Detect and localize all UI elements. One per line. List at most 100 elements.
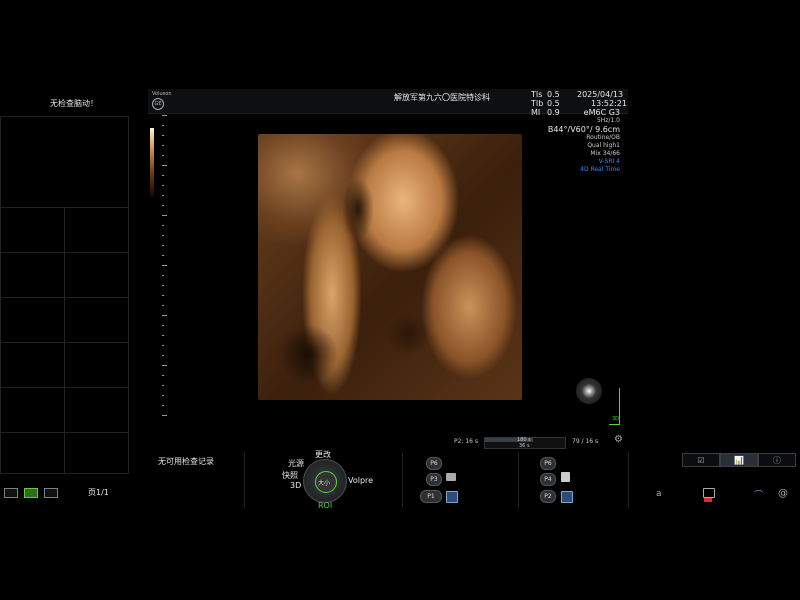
- thumbnail-cell[interactable]: [64, 207, 129, 253]
- realtime-param: 4D Real Time: [580, 166, 620, 173]
- depth-tick: [162, 405, 164, 406]
- depth-tick: [162, 275, 164, 276]
- layout-3x3-button[interactable]: [44, 488, 58, 498]
- rotary-volpre-label: Volpre: [348, 476, 374, 485]
- depth-tick: [162, 355, 164, 356]
- patient-thumbnail-grid: [0, 116, 129, 474]
- depth-tick: [162, 235, 164, 236]
- thumbnail-cell[interactable]: [64, 252, 129, 298]
- printer-icon[interactable]: [446, 473, 456, 481]
- depth-tick: [162, 345, 164, 346]
- frequency-param: 5Hz/1.0: [596, 117, 620, 124]
- cine-progress-bar[interactable]: 180 s 36 s: [484, 437, 566, 449]
- depth-tick: [162, 325, 164, 326]
- depth-tick: [162, 245, 164, 246]
- depth-scale: [162, 115, 168, 425]
- probe-param: eM6C G3: [583, 108, 620, 117]
- thumbnail-cell[interactable]: [0, 387, 65, 433]
- report-tab[interactable]: ☑: [682, 453, 720, 467]
- thumbnail-cell[interactable]: [0, 297, 65, 343]
- 3d-label: 3D: [612, 416, 620, 422]
- save-disk-icon[interactable]: [561, 491, 573, 503]
- depth-tick: [162, 255, 164, 256]
- layout-1x2-button[interactable]: [4, 488, 18, 498]
- tis-label: TIs: [531, 90, 543, 99]
- layout-2x2-button[interactable]: [24, 488, 38, 498]
- preset-p2-right[interactable]: P2: [540, 490, 556, 503]
- depth-tick: [162, 375, 164, 376]
- save-disk-icon[interactable]: [446, 491, 458, 503]
- color-scale-bar: [150, 128, 154, 196]
- mi-label: MI: [531, 108, 541, 117]
- text-annotation-icon[interactable]: a: [656, 489, 662, 499]
- gear-icon[interactable]: ⚙: [614, 434, 623, 445]
- keyboard-icon[interactable]: [703, 488, 715, 498]
- angle-depth-param: B44°/V60°/ 9.6cm: [547, 125, 620, 134]
- brand-text: Voluson: [152, 91, 172, 97]
- tis-value: 0.5: [547, 90, 560, 99]
- depth-tick: [162, 195, 164, 196]
- rotary-center-label: 大小: [318, 480, 331, 487]
- depth-tick: [162, 205, 164, 206]
- voluson-logo: Voluson: [152, 91, 171, 97]
- institution-name: 解放军第九六〇医院特诊科: [394, 93, 490, 102]
- depth-tick: [162, 175, 164, 176]
- ultrasound-3d-render[interactable]: [258, 134, 522, 400]
- thumbnail-cell[interactable]: [0, 432, 65, 474]
- no-records-label: 无可用检查记录: [158, 457, 214, 466]
- rotary-top-label: 更改: [315, 450, 331, 459]
- thumbnail-cell[interactable]: [64, 297, 129, 343]
- depth-tick: [162, 265, 167, 266]
- depth-tick: [162, 365, 167, 366]
- tib-value: 0.5: [547, 99, 560, 108]
- depth-tick: [162, 225, 164, 226]
- shadow-region: [343, 179, 373, 239]
- info-tab[interactable]: ⓘ: [758, 453, 796, 467]
- ge-logo-icon: GE: [152, 98, 164, 110]
- scan-parameters: eM6C G3 5Hz/1.0 B44°/V60°/ 9.6cm Routine…: [540, 108, 620, 174]
- rotary-3d-label: 3D: [290, 481, 302, 490]
- rotary-knob[interactable]: 大小: [303, 459, 347, 503]
- no-heartbeat-warning: 无检查脑动！: [50, 99, 98, 108]
- preset-p6-right[interactable]: P6: [540, 457, 556, 470]
- preset-p4-right[interactable]: P4: [540, 473, 556, 486]
- rotary-roi-label: ROI: [318, 501, 333, 510]
- depth-tick: [162, 185, 164, 186]
- preset-param: Routine/OB: [586, 134, 620, 141]
- mix-param: Mix 34/66: [590, 150, 620, 157]
- rotary-snapshot-label: 快照: [282, 471, 298, 480]
- rotary-center-button[interactable]: 大小: [315, 471, 337, 493]
- depth-tick: [162, 115, 167, 116]
- thumbnail-cell[interactable]: [64, 432, 129, 474]
- shadow-region: [388, 314, 428, 354]
- depth-tick: [162, 145, 164, 146]
- depth-tick: [162, 165, 167, 166]
- probe-icon[interactable]: [704, 498, 712, 502]
- depth-tick: [162, 415, 167, 416]
- thumbnail-cell[interactable]: [0, 207, 65, 253]
- depth-tick: [162, 215, 167, 216]
- depth-tick: [162, 395, 164, 396]
- chart-tab[interactable]: 📊: [720, 453, 758, 467]
- thumbnail-cell[interactable]: [64, 342, 129, 388]
- preset-p1-left[interactable]: P1: [420, 490, 442, 503]
- thumbnail-cell[interactable]: [0, 342, 65, 388]
- cine-mid-bottom: 36 s: [519, 443, 530, 449]
- wifi-icon[interactable]: ⌒: [754, 488, 763, 501]
- thumbnail-cell[interactable]: [0, 252, 65, 298]
- vsri-param: V-SRI 4: [598, 158, 620, 165]
- depth-tick: [162, 315, 167, 316]
- preset-p6-left[interactable]: P6: [426, 457, 442, 470]
- preset-p3-left[interactable]: P3: [426, 473, 442, 486]
- depth-tick: [162, 125, 164, 126]
- cine-right-label: 79 / 16 s: [572, 438, 599, 445]
- depth-tick: [162, 295, 164, 296]
- thumbnail-cell[interactable]: [0, 116, 129, 208]
- at-icon[interactable]: @: [778, 488, 788, 499]
- tib-label: TIb: [531, 99, 544, 108]
- page-indicator: 页1/1: [88, 488, 109, 497]
- orientation-ball-icon[interactable]: [576, 378, 602, 404]
- thumbnail-cell[interactable]: [64, 387, 129, 433]
- print-doc-icon[interactable]: [561, 472, 570, 482]
- depth-tick: [162, 335, 164, 336]
